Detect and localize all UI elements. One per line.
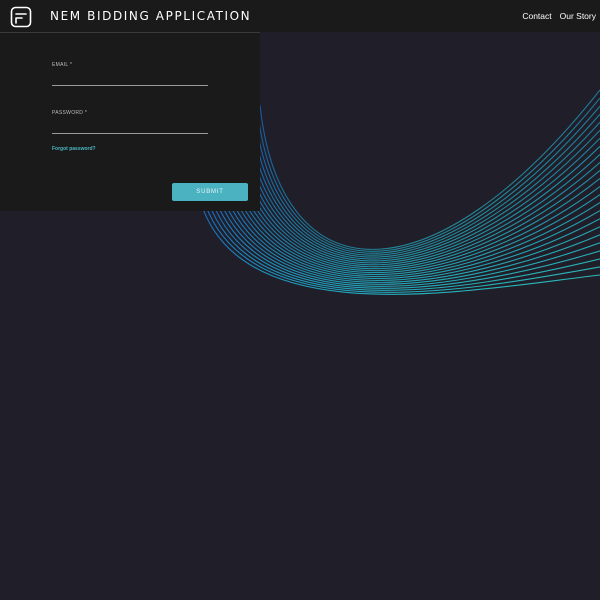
top-nav: Contact Our Story (522, 10, 596, 22)
wave-lines (199, 89, 600, 295)
nav-link-our-story[interactable]: Our Story (560, 10, 596, 22)
page: NEM BIDDING APPLICATION Contact Our Stor… (0, 0, 600, 600)
wave-line (243, 129, 600, 262)
submit-button[interactable]: SUBMIT (172, 183, 248, 201)
nav-link-contact[interactable]: Contact (522, 10, 551, 22)
wave-line (228, 154, 600, 274)
top-navigation-bar: NEM BIDDING APPLICATION Contact Our Stor… (0, 0, 600, 32)
password-field[interactable] (52, 121, 208, 134)
wave-line (256, 97, 600, 252)
logo-icon[interactable] (10, 6, 32, 28)
app-title: NEM BIDDING APPLICATION (50, 9, 252, 23)
email-label: EMAIL * (52, 62, 73, 68)
wave-line (251, 113, 600, 256)
email-field[interactable] (52, 73, 208, 86)
password-label: PASSWORD * (52, 110, 88, 116)
login-panel: EMAIL * PASSWORD * Forgot password? SUBM… (0, 32, 260, 211)
forgot-password-link[interactable]: Forgot password? (52, 146, 96, 152)
